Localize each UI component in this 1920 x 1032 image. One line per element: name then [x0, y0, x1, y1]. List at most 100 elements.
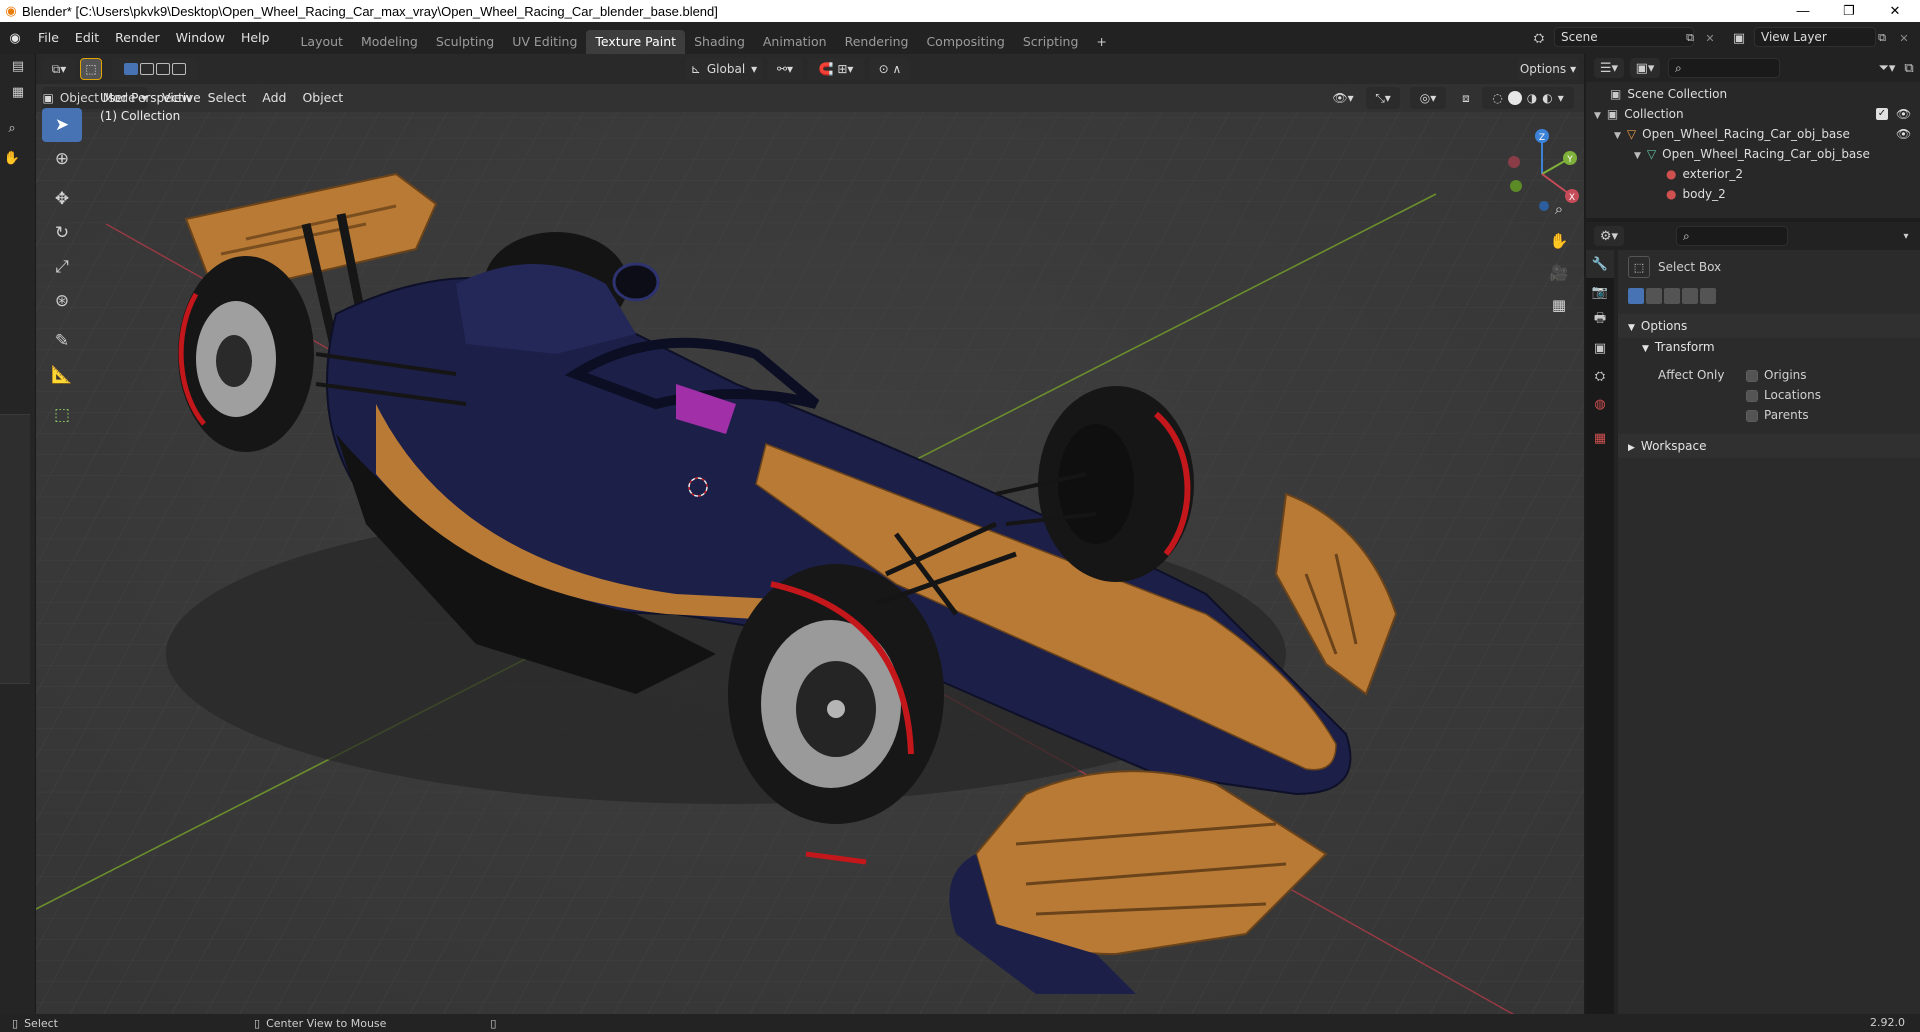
outliner-editor-type-icon[interactable]: ☰▾: [1594, 58, 1624, 78]
tab-rendering[interactable]: Rendering: [836, 30, 918, 54]
output-tab-icon[interactable]: 🖶: [1586, 306, 1614, 334]
zoom-icon[interactable]: ⌕: [2, 116, 22, 140]
view-layer-tab-icon[interactable]: ▣: [1586, 334, 1614, 362]
new-view-layer-icon[interactable]: ⧉: [1872, 28, 1892, 48]
select-box-tool-icon[interactable]: ⬚: [80, 58, 102, 80]
overlays-toggle-icon[interactable]: ◎▾: [1410, 87, 1446, 109]
expand-arrow-icon[interactable]: ▼: [1614, 131, 1621, 141]
move-tool-icon[interactable]: ✥: [42, 182, 82, 216]
texture-tab-icon[interactable]: ▦: [1586, 424, 1614, 452]
editor-type-icon[interactable]: ▤: [6, 54, 30, 78]
render-tab-icon[interactable]: 📷: [1586, 278, 1614, 306]
mode-set-icon[interactable]: [1628, 288, 1644, 304]
solid-shading-icon[interactable]: [1507, 91, 1522, 105]
blender-menu-icon[interactable]: ◉: [0, 31, 30, 46]
tool-tab-icon[interactable]: 🔧: [1586, 250, 1614, 278]
outliner-row-material[interactable]: ● exterior_2: [1586, 164, 1920, 184]
menu-render[interactable]: Render: [107, 27, 168, 49]
mode-set-icon[interactable]: [124, 63, 138, 75]
selection-mode-buttons[interactable]: [112, 58, 198, 80]
tab-sculpting[interactable]: Sculpting: [427, 30, 503, 54]
tab-animation[interactable]: Animation: [754, 30, 836, 54]
mode-intersect-icon[interactable]: [1700, 288, 1716, 304]
outliner-row-material[interactable]: ● body_2: [1586, 184, 1920, 204]
shading-mode-buttons[interactable]: ◌ ◑ ◐ ▾: [1482, 87, 1574, 109]
gizmo-neg-x-handle[interactable]: [1508, 156, 1520, 168]
checkbox-icon[interactable]: [1746, 389, 1758, 402]
outliner-search-input[interactable]: ⌕: [1668, 58, 1780, 78]
tab-texture-paint[interactable]: Texture Paint: [586, 30, 686, 54]
properties-search-input[interactable]: ⌕: [1676, 226, 1788, 246]
pan-hand-icon[interactable]: ✋: [2, 146, 22, 170]
mode-extend-icon[interactable]: [1646, 288, 1662, 304]
mode-subtract-icon[interactable]: [156, 63, 170, 75]
transform-subpanel-header[interactable]: ▼ Transform: [1642, 340, 1715, 354]
xray-toggle-icon[interactable]: ⧈: [1456, 87, 1476, 109]
proportional-editing-icon[interactable]: ⊙ ∧: [870, 58, 910, 80]
workspace-panel-header[interactable]: ▶ Workspace: [1618, 434, 1920, 458]
outliner-row-mesh[interactable]: ▼ ▽ Open_Wheel_Racing_Car_obj_base: [1586, 144, 1920, 164]
delete-view-layer-icon[interactable]: ✕: [1894, 28, 1914, 48]
collection-visibility-icon[interactable]: 👁: [1896, 104, 1911, 124]
tab-shading[interactable]: Shading: [685, 30, 754, 54]
filter-icon[interactable]: ⏷▾: [1874, 58, 1900, 78]
mode-intersect-icon[interactable]: [172, 63, 186, 75]
tab-uv-editing[interactable]: UV Editing: [503, 30, 586, 54]
select-box-tool-icon[interactable]: ➤: [42, 108, 82, 142]
affect-parents-checkbox[interactable]: Parents: [1746, 408, 1809, 422]
outliner-row-scene-collection[interactable]: ▣ Scene Collection: [1586, 84, 1920, 104]
3d-viewport[interactable]: ⧉▾ ⬚ ⊾ Global ▾ ⚯▾ 🧲 ⊞▾ ⊙ ∧ Options ▾ ▣ O…: [36, 54, 1584, 1014]
world-tab-icon[interactable]: ◍: [1586, 390, 1614, 418]
outliner-row-collection[interactable]: ▼ ▣ Collection ✓ 👁: [1586, 104, 1920, 124]
checkbox-icon[interactable]: [1746, 409, 1758, 422]
rendered-shading-icon[interactable]: ◐: [1542, 91, 1552, 105]
menu-file[interactable]: File: [30, 27, 67, 49]
maximize-button[interactable]: ❐: [1826, 0, 1872, 22]
scene-tab-icon[interactable]: ⛭: [1586, 362, 1614, 390]
scene-selector[interactable]: Scene: [1554, 27, 1694, 47]
checkbox-icon[interactable]: [1746, 369, 1758, 382]
toggle-ortho-icon[interactable]: ▦: [1544, 290, 1574, 320]
tab-compositing[interactable]: Compositing: [917, 30, 1013, 54]
tab-modeling[interactable]: Modeling: [352, 30, 427, 54]
properties-editor-type-icon[interactable]: ⚙▾: [1594, 226, 1624, 246]
pan-view-icon[interactable]: ✋: [1544, 226, 1574, 256]
minimize-button[interactable]: —: [1780, 0, 1826, 22]
zoom-view-icon[interactable]: ⌕: [1544, 194, 1574, 224]
menu-edit[interactable]: Edit: [67, 27, 107, 49]
new-collection-icon[interactable]: ⧉: [1900, 58, 1918, 78]
view-layer-icon[interactable]: ▣: [1726, 27, 1752, 49]
affect-locations-checkbox[interactable]: Locations: [1746, 388, 1821, 402]
affect-origins-checkbox[interactable]: Origins: [1746, 368, 1807, 382]
gizmo-toggle-icon[interactable]: ⤡▾: [1366, 87, 1400, 109]
camera-view-icon[interactable]: 🎥: [1544, 258, 1574, 288]
measure-tool-icon[interactable]: 📐: [42, 358, 82, 392]
mode-difference-icon[interactable]: [1682, 288, 1698, 304]
mode-subtract-icon[interactable]: [1664, 288, 1680, 304]
gizmo-neg-y-handle[interactable]: [1510, 180, 1522, 192]
tab-layout[interactable]: Layout: [291, 30, 352, 54]
cursor-tool-icon[interactable]: ⊕: [42, 142, 82, 176]
material-shading-icon[interactable]: ◑: [1527, 91, 1537, 105]
visibility-icon[interactable]: 👁▾: [1328, 87, 1358, 109]
expand-arrow-icon[interactable]: ▼: [1594, 111, 1601, 121]
pivot-point-icon[interactable]: ⚯▾: [768, 58, 802, 80]
transform-orientation-dropdown[interactable]: ⊾ Global ▾: [686, 58, 762, 80]
add-workspace-button[interactable]: +: [1087, 30, 1115, 54]
display-mode-icon[interactable]: ▣▾: [1630, 58, 1660, 78]
options-dropdown[interactable]: Options ▾: [1518, 58, 1578, 80]
viewport-menu-select[interactable]: Select: [200, 87, 255, 109]
snapping-icon[interactable]: 🧲 ⊞▾: [808, 58, 864, 80]
transform-tool-icon[interactable]: ⊛: [42, 284, 82, 318]
new-scene-icon[interactable]: ⧉: [1680, 28, 1700, 48]
scene-type-icon[interactable]: ⛭: [1526, 27, 1552, 49]
menu-window[interactable]: Window: [168, 27, 233, 49]
image-editor-icon[interactable]: ▦: [6, 80, 30, 104]
add-cube-tool-icon[interactable]: ⬚: [42, 398, 82, 432]
collection-exclude-checkbox[interactable]: ✓: [1876, 108, 1888, 120]
object-visibility-icon[interactable]: 👁: [1896, 124, 1911, 144]
annotate-tool-icon[interactable]: ✎: [42, 324, 82, 358]
mode-extend-icon[interactable]: [140, 63, 154, 75]
viewport-menu-add[interactable]: Add: [254, 87, 294, 109]
viewport-menu-object[interactable]: Object: [294, 87, 351, 109]
